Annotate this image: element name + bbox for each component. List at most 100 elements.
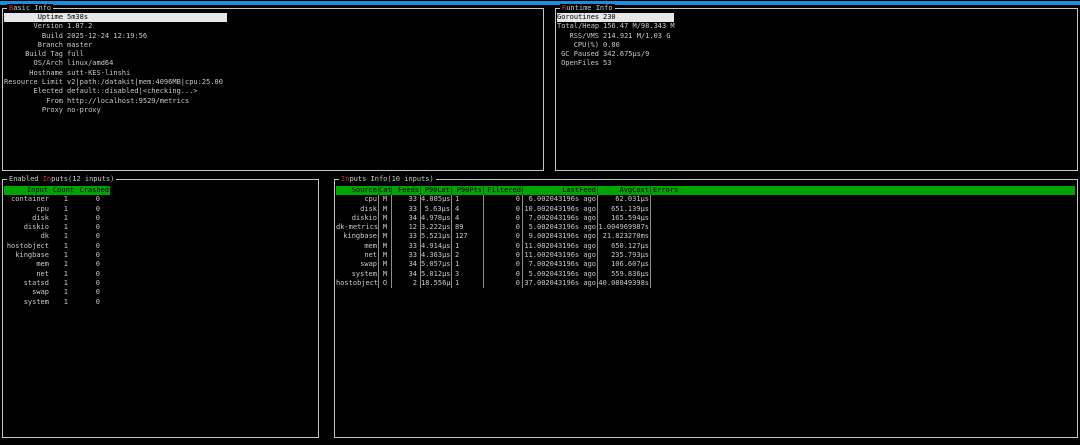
- table-cell: 0: [484, 242, 523, 251]
- table-cell: [651, 242, 679, 251]
- table-cell: 0: [75, 195, 110, 204]
- info-row[interactable]: Build2025-12-24 12:19:56: [4, 32, 541, 41]
- table-row[interactable]: kingbase10: [4, 251, 110, 260]
- table-row[interactable]: net10: [4, 270, 110, 279]
- info-label: Elected: [4, 87, 63, 96]
- table-cell: M: [379, 223, 392, 232]
- info-row[interactable]: Build Tagfull: [4, 50, 541, 59]
- table-cell: 33: [392, 205, 421, 214]
- info-row[interactable]: OpenFiles 53: [557, 59, 1075, 68]
- table-row[interactable]: container10: [4, 195, 110, 204]
- table-cell: cpu: [336, 195, 379, 204]
- table-row[interactable]: cpu10: [4, 205, 110, 214]
- table-cell: 0: [484, 279, 523, 288]
- info-value: 1.87.2: [67, 22, 92, 30]
- info-value: 53: [603, 59, 611, 67]
- table-row[interactable]: systemM345.012µs305.002043196s ago559.83…: [336, 270, 1075, 279]
- table-cell: 2: [452, 251, 484, 260]
- column-header: Source: [336, 186, 379, 195]
- table-cell: 4.085µs: [421, 195, 452, 204]
- column-header: LastFeed: [523, 186, 598, 195]
- table-row[interactable]: diskioM344.978µs407.002043196s ago165.59…: [336, 214, 1075, 223]
- table-cell: kingbase: [336, 232, 379, 241]
- table-cell: [651, 279, 679, 288]
- table-cell: 11.002043196s ago: [523, 251, 598, 260]
- info-row[interactable]: Total/Heap156.47 M/98.343 M: [557, 22, 1075, 31]
- info-row[interactable]: Proxyno-proxy: [4, 106, 541, 115]
- table-row[interactable]: dk-metricsM123.222µs8905.002043196s ago1…: [336, 223, 1075, 232]
- table-cell: swap: [336, 260, 379, 269]
- table-cell: 0: [484, 223, 523, 232]
- table-cell: [651, 270, 679, 279]
- table-cell: 0: [75, 298, 110, 307]
- table-row[interactable]: swap10: [4, 288, 110, 297]
- runtime-info-panel: Runtime Info Goroutines230Total/Heap156.…: [555, 8, 1078, 171]
- table-header-row: InputCountCrashed: [4, 186, 110, 195]
- info-row[interactable]: Fromhttp://localhost:9529/metrics: [4, 97, 541, 106]
- info-row[interactable]: Hostnamesutt-KES-linshi: [4, 69, 541, 78]
- column-header: Feeds: [392, 186, 421, 195]
- table-row[interactable]: memM334.914µs1011.002043196s ago650.127µ…: [336, 242, 1075, 251]
- column-header: Input: [4, 186, 49, 195]
- table-header-row: SourceCatFeedsP90LatP90PtsFilteredLastFe…: [336, 186, 1075, 195]
- table-cell: [651, 195, 679, 204]
- info-value: full: [67, 50, 84, 58]
- table-cell: 0: [75, 214, 110, 223]
- table-row[interactable]: statsd10: [4, 279, 110, 288]
- table-row[interactable]: mem10: [4, 260, 110, 269]
- info-row-selected[interactable]: Uptime5m38s: [4, 13, 227, 22]
- table-row[interactable]: disk10: [4, 214, 110, 223]
- table-cell: 0: [484, 214, 523, 223]
- info-row[interactable]: Electeddefault::disabled|<checking...>: [4, 87, 541, 96]
- table-row[interactable]: diskM335.63µs4010.002043196s ago651.139µ…: [336, 205, 1075, 214]
- table-cell: 0: [484, 270, 523, 279]
- table-cell: O: [379, 279, 392, 288]
- table-cell: M: [379, 214, 392, 223]
- table-cell: disk: [4, 214, 49, 223]
- table-cell: 4.363µs: [421, 251, 452, 260]
- info-row[interactable]: Version 1.87.2: [4, 22, 541, 31]
- info-label: Total/Heap: [557, 22, 599, 31]
- table-cell: [651, 223, 679, 232]
- table-cell: 7.002043196s ago: [523, 214, 598, 223]
- info-label: OpenFiles: [557, 59, 599, 68]
- table-cell: 1: [452, 279, 484, 288]
- table-row[interactable]: system10: [4, 298, 110, 307]
- info-row[interactable]: GC Paused342.675µs/9: [557, 50, 1075, 59]
- table-row[interactable]: dk10: [4, 232, 110, 241]
- table-row[interactable]: swapM345.057µs107.002043196s ago106.607µ…: [336, 260, 1075, 269]
- table-cell: 0: [75, 288, 110, 297]
- table-row[interactable]: diskio10: [4, 223, 110, 232]
- table-row[interactable]: cpuM334.085µs106.002043196s ago62.031µs: [336, 195, 1075, 204]
- info-row[interactable]: Resource Limitv2|path:/datakit|mem:4096M…: [4, 78, 541, 87]
- info-label: From: [4, 97, 63, 106]
- table-cell: 1: [49, 195, 75, 204]
- table-row[interactable]: netM334.363µs2011.002043196s ago235.793µ…: [336, 251, 1075, 260]
- table-cell: [651, 232, 679, 241]
- table-cell: [651, 251, 679, 260]
- table-cell: 0: [484, 251, 523, 260]
- table-row[interactable]: hostobjectO218.556µs1037.002043196s ago4…: [336, 279, 1075, 288]
- table-cell: 0: [484, 260, 523, 269]
- info-row[interactable]: RSS/VMS214.921 M/1.03 G: [557, 32, 1075, 41]
- info-label: Hostname: [4, 69, 63, 78]
- info-row-selected[interactable]: Goroutines230: [557, 13, 674, 22]
- table-cell: system: [336, 270, 379, 279]
- column-header: Crashed: [75, 186, 110, 195]
- table-cell: M: [379, 270, 392, 279]
- table-row[interactable]: hostobject10: [4, 242, 110, 251]
- table-cell: 0: [75, 260, 110, 269]
- info-row[interactable]: Branchmaster: [4, 41, 541, 50]
- table-cell: 3: [452, 270, 484, 279]
- table-cell: 0: [75, 251, 110, 260]
- info-label: Version: [4, 22, 63, 31]
- table-cell: 0: [75, 242, 110, 251]
- info-row[interactable]: CPU(%)0.00: [557, 41, 1075, 50]
- table-row[interactable]: kingbaseM335.521µs12709.002043196s ago21…: [336, 232, 1075, 241]
- info-value: no-proxy: [67, 106, 101, 114]
- table-cell: 1: [49, 214, 75, 223]
- info-value: master: [67, 41, 92, 49]
- table-cell: 0: [484, 195, 523, 204]
- info-row[interactable]: OS/Archlinux/amd64: [4, 59, 541, 68]
- table-cell: 0: [484, 205, 523, 214]
